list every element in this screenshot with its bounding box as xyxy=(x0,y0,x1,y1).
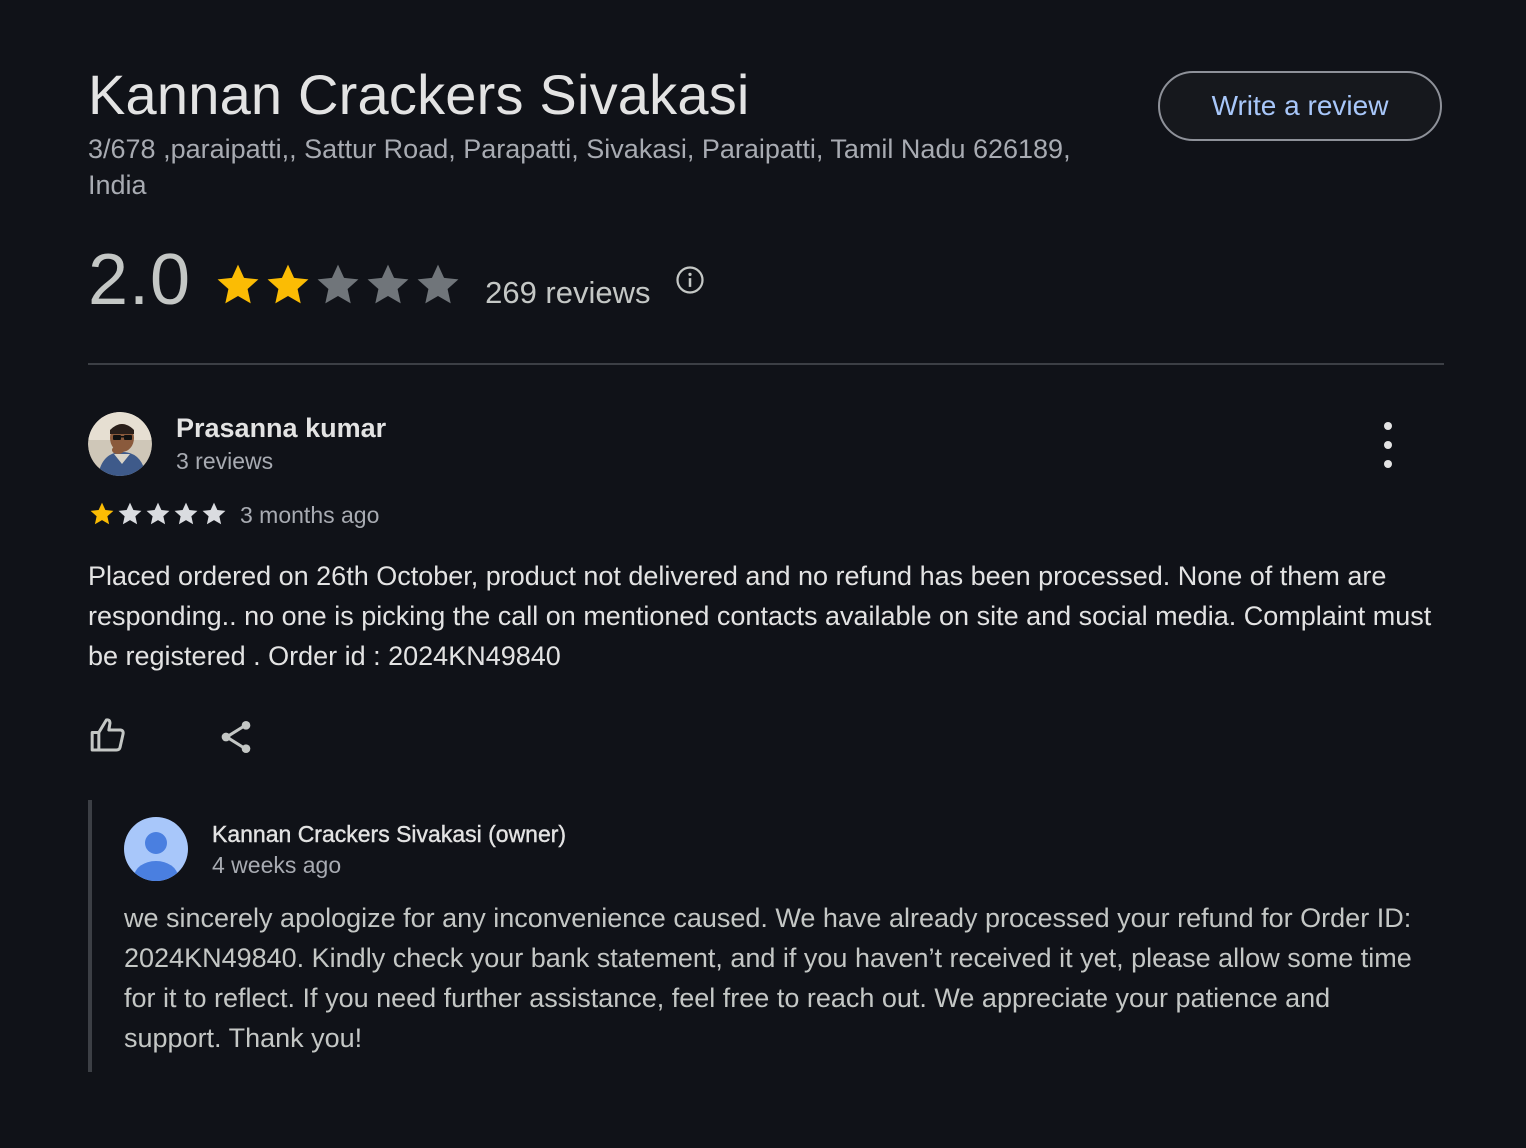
owner-response-text: we sincerely apologize for any inconveni… xyxy=(124,903,1412,1053)
place-title: Kannan Crackers Sivakasi xyxy=(88,63,750,126)
owner-response: Kannan Crackers Sivakasi (owner) 4 weeks… xyxy=(88,800,1448,1072)
star-empty-icon xyxy=(202,502,226,525)
owner-response-time: 4 weeks ago xyxy=(212,852,342,878)
review-count[interactable]: 269 reviews xyxy=(485,275,650,311)
rating-value: 2.0 xyxy=(88,240,192,320)
star-filled-icon xyxy=(90,502,114,525)
star-empty-icon xyxy=(367,264,409,304)
thumb-up-icon[interactable] xyxy=(88,715,128,755)
review-text: Placed ordered on 26th October, product … xyxy=(88,561,1432,671)
star-empty-icon xyxy=(417,264,459,304)
reviewer-avatar[interactable] xyxy=(88,412,152,476)
owner-name: Kannan Crackers Sivakasi (owner) xyxy=(212,821,567,847)
owner-avatar-icon xyxy=(124,817,188,881)
more-vert-icon[interactable] xyxy=(1368,422,1408,468)
divider xyxy=(88,363,1444,365)
star-empty-icon xyxy=(174,502,198,525)
write-review-button[interactable]: Write a review xyxy=(1158,71,1442,141)
dot xyxy=(1384,422,1392,430)
rating-summary: 2.0 269 reviews xyxy=(88,240,705,320)
rating-stars xyxy=(213,260,463,310)
star-filled-icon xyxy=(267,264,309,304)
star-empty-icon xyxy=(317,264,359,304)
share-icon[interactable] xyxy=(216,717,256,757)
reviewer-review-count: 3 reviews xyxy=(176,448,274,474)
star-empty-icon xyxy=(146,502,170,525)
place-address: 3/678 ,paraipatti,, Sattur Road, Parapat… xyxy=(88,134,1071,200)
star-empty-icon xyxy=(118,502,142,525)
review-stars xyxy=(88,500,228,528)
dot xyxy=(1384,460,1392,468)
review-time: 3 months ago xyxy=(240,502,380,528)
review-panel: Kannan Crackers Sivakasi 3/678 ,paraipat… xyxy=(0,0,1526,1148)
dot xyxy=(1384,441,1392,449)
star-filled-icon xyxy=(217,264,259,304)
info-icon[interactable] xyxy=(675,265,705,295)
reviewer-name[interactable]: Prasanna kumar xyxy=(176,413,386,444)
